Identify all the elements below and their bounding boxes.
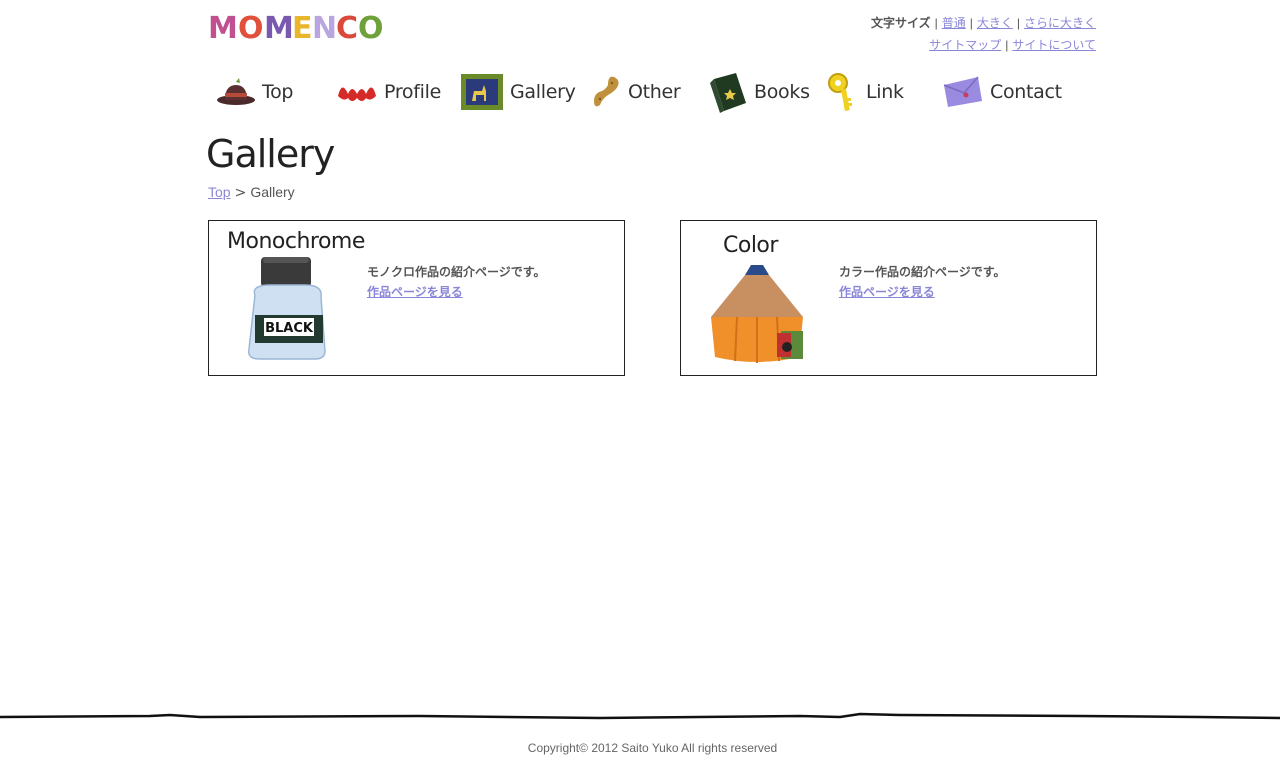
separator: | (934, 16, 938, 30)
pencil-house-icon[interactable] (707, 263, 807, 365)
nav-label: Link (866, 81, 904, 103)
footer-divider (0, 712, 1280, 720)
page-title: Gallery (206, 132, 335, 176)
logo-letter-o2: O (358, 11, 383, 46)
global-nav: Top Profile Gallery Other Books Link Con… (210, 64, 1100, 120)
nav-item-contact[interactable]: Contact (942, 64, 1062, 120)
copyright: Copyright© 2012 Saito Yuko All rights re… (527, 741, 778, 755)
logo-letter-n: N (312, 11, 337, 46)
logo-letter-o1: O (238, 11, 264, 46)
logo-letter-c: C (336, 11, 358, 46)
nav-label: Profile (384, 81, 441, 103)
book-icon (710, 73, 746, 113)
separator: | (1005, 38, 1009, 52)
hat-icon (217, 78, 255, 105)
moustache-icon (338, 87, 376, 101)
key-icon (828, 73, 852, 112)
gallery-card-color: Color カラー作品の紹介ページです。 作品ページを見る (680, 220, 1097, 376)
separator: | (1016, 16, 1020, 30)
sitemap-link[interactable]: サイトマップ (929, 38, 1001, 52)
breadcrumb-home-link[interactable]: Top (208, 184, 231, 200)
envelope-icon (943, 76, 982, 107)
peanut-icon (594, 76, 619, 107)
nav-label: Books (754, 81, 810, 103)
picture-frame-icon (461, 74, 503, 110)
nav-label: Gallery (510, 81, 576, 103)
logo-letter-e: E (292, 11, 313, 46)
view-works-link-monochrome[interactable]: 作品ページを見る (367, 283, 463, 300)
text-size-large-link[interactable]: 大きく (977, 16, 1013, 30)
site-logo[interactable]: M O M E N C O (208, 8, 383, 48)
text-size-label: 文字サイズ (870, 16, 931, 30)
separator: | (969, 16, 973, 30)
text-size-normal-link[interactable]: 普通 (942, 16, 966, 30)
nav-label: Other (628, 81, 681, 103)
nav-label: Top (262, 81, 294, 103)
logo-letter-m2: M (264, 11, 294, 46)
nav-label: Contact (990, 81, 1062, 103)
card-title: Color (723, 233, 778, 258)
nav-item-profile[interactable]: Profile (336, 64, 441, 120)
nav-item-link[interactable]: Link (826, 64, 904, 120)
breadcrumb: Top > Gallery (208, 184, 295, 201)
ink-bottle-icon[interactable]: BLACK (241, 255, 337, 361)
text-size-controls: 文字サイズ | 普通 | 大きく | さらに大きく (871, 12, 1096, 34)
utility-links: 文字サイズ | 普通 | 大きく | さらに大きく サイトマップ | サイトについて (871, 12, 1096, 56)
site-info-links: サイトマップ | サイトについて (871, 34, 1096, 56)
breadcrumb-current: Gallery (250, 184, 295, 200)
gallery-card-monochrome: Monochrome BLACK モノクロ作品の紹介ページです。 作品ページを見… (208, 220, 625, 376)
about-site-link[interactable]: サイトについて (1012, 38, 1096, 52)
ink-bottle-label: BLACK (265, 321, 314, 336)
nav-item-other[interactable]: Other (592, 64, 681, 120)
view-works-link-color[interactable]: 作品ページを見る (839, 283, 935, 300)
logo-letter-m1: M (208, 11, 238, 46)
text-size-larger-link[interactable]: さらに大きく (1024, 16, 1096, 30)
card-description: モノクロ作品の紹介ページです。 (367, 265, 546, 279)
card-title: Monochrome (227, 229, 365, 254)
nav-item-books[interactable]: Books (706, 64, 810, 120)
nav-item-top[interactable]: Top (216, 64, 293, 120)
nav-item-gallery[interactable]: Gallery (460, 64, 576, 120)
breadcrumb-separator: > (234, 185, 247, 201)
card-description: カラー作品の紹介ページです。 (839, 265, 1006, 279)
